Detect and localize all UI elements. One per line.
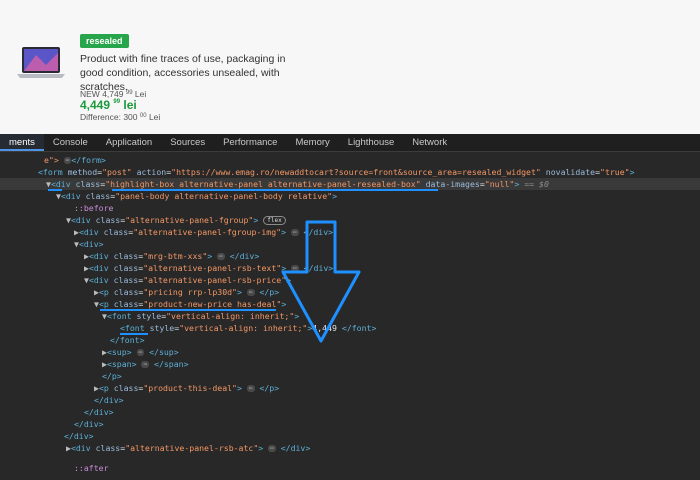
- tree-node[interactable]: e"> ⋯ </form>: [44, 154, 106, 166]
- tag-open: <form: [38, 167, 63, 177]
- tab-sources[interactable]: Sources: [161, 134, 214, 151]
- annotation-underline: [100, 309, 276, 311]
- selected-node-marker: == $0: [524, 179, 549, 189]
- tree-node-form[interactable]: <form method="post" action="https://www.…: [38, 166, 635, 178]
- down-arrow-annotation-icon: [281, 220, 361, 343]
- laptop-icon[interactable]: [16, 45, 66, 79]
- tree-node[interactable]: ▼<div class="alternative-panel-fgroup"> …: [66, 214, 286, 226]
- attr-value: "alternative-panel-rsb-atc": [125, 443, 259, 453]
- collapsed-content-button[interactable]: ⋯: [217, 253, 225, 260]
- tree-node[interactable]: ▶<div class="alternative-panel-rsb-atc">…: [66, 442, 310, 454]
- tree-node[interactable]: </div>: [74, 418, 104, 430]
- tree-node[interactable]: ▶<span> ⋯ </span>: [102, 358, 189, 370]
- new-price-decimals: 99: [113, 99, 121, 105]
- tab-elements[interactable]: ments: [0, 134, 44, 151]
- tab-lighthouse[interactable]: Lighthouse: [339, 134, 403, 151]
- attr-value: "product-this-deal": [143, 383, 237, 393]
- tree-node-pseudo[interactable]: ::before: [74, 202, 113, 214]
- price-difference: Difference: 300 00 Lei: [80, 112, 160, 122]
- resealed-badge: resealed: [80, 34, 129, 48]
- attr-name: method: [67, 167, 98, 177]
- attr-value: "pricing rrp-lp30d": [143, 287, 237, 297]
- tree-node[interactable]: </p>: [102, 370, 122, 382]
- tab-memory[interactable]: Memory: [286, 134, 338, 151]
- tree-node[interactable]: </div>: [94, 394, 124, 406]
- attr-name: action: [136, 167, 167, 177]
- attr-value: "true": [600, 167, 630, 177]
- annotation-underline: [112, 189, 438, 191]
- attr-value: "highlight-box alternative-panel alterna…: [105, 179, 421, 189]
- resealed-product-panel: resealed Product with fine traces of use…: [0, 0, 700, 134]
- devtools-tab-bar: ments Console Application Sources Perfor…: [0, 134, 700, 152]
- difference-currency: Lei: [148, 112, 161, 122]
- product-description: Product with fine traces of use, packagi…: [80, 53, 286, 93]
- difference-amount: 300: [123, 112, 138, 122]
- close-tag: </form>: [71, 155, 106, 165]
- attr-value: "null": [484, 179, 515, 189]
- tree-node[interactable]: ▶<div class="mrg-btm-xxs"> ⋯ </div>: [84, 250, 259, 262]
- tree-node[interactable]: ▶<sup> ⋯ </sup>: [102, 346, 179, 358]
- tree-node[interactable]: </div>: [64, 430, 94, 442]
- tree-node[interactable]: ▶<p class="product-this-deal"> ⋯ </p>: [94, 382, 279, 394]
- tree-node[interactable]: </font>: [110, 334, 145, 346]
- new-price: 4,449 99 lei: [80, 98, 137, 112]
- annotation-underline: [120, 333, 148, 335]
- tree-node[interactable]: ▼<font style="vertical-align: inherit;">: [102, 310, 299, 322]
- annotation-underline: [48, 189, 62, 191]
- attr-name: style: [149, 323, 175, 333]
- difference-prefix: Difference:: [80, 112, 124, 122]
- attr-name: style: [136, 311, 162, 321]
- collapsed-content-button[interactable]: ⋯: [246, 289, 255, 296]
- tree-node[interactable]: ▼<div class="panel-body alternative-pane…: [56, 190, 337, 202]
- pseudo-element: ::before: [74, 203, 114, 213]
- new-price-currency: lei: [123, 98, 137, 112]
- attr-value: "alternative-panel-rsb-text": [143, 263, 282, 273]
- attr-value: "alternative-panel-rsb-price": [143, 275, 287, 285]
- collapsed-content-button[interactable]: ⋯: [136, 349, 145, 356]
- attr-value-fragment: e">: [44, 155, 59, 165]
- attr-value: "panel-body alternative-panel-body relat…: [115, 191, 333, 201]
- attr-value: "mrg-btm-xxs": [143, 251, 208, 261]
- tree-node-pseudo[interactable]: ::after: [74, 462, 109, 474]
- tab-application[interactable]: Application: [97, 134, 161, 151]
- old-price-decimals: 99: [125, 90, 133, 96]
- attr-value: "vertical-align: inherit;": [166, 311, 295, 321]
- pseudo-element: ::after: [74, 463, 109, 473]
- attr-value: "https://www.emag.ro/newaddtocart?source…: [171, 167, 541, 177]
- attr-name: novalidate: [545, 167, 596, 177]
- tab-performance[interactable]: Performance: [214, 134, 286, 151]
- tree-node[interactable]: </div>: [84, 406, 114, 418]
- attr-value: "product-new-price has-deal": [143, 299, 282, 309]
- tree-node[interactable]: ▼<div class="alternative-panel-rsb-price…: [84, 274, 291, 286]
- collapsed-content-button[interactable]: ⋯: [246, 385, 255, 392]
- attr-name: data-images: [425, 179, 480, 189]
- tab-console[interactable]: Console: [44, 134, 97, 151]
- attr-value: "alternative-panel-fgroup-img": [133, 227, 282, 237]
- tree-node[interactable]: ▼<div>: [74, 238, 104, 250]
- tab-network[interactable]: Network: [403, 134, 456, 151]
- attr-value: "post": [102, 167, 132, 177]
- attr-value: "alternative-panel-fgroup": [125, 215, 254, 225]
- tree-node[interactable]: ▶<p class="pricing rrp-lp30d"> ⋯ </p>: [94, 286, 279, 298]
- collapsed-content-button[interactable]: ⋯: [141, 361, 150, 368]
- collapsed-content-button[interactable]: ⋯: [268, 445, 276, 452]
- new-price-amount: 4,449: [80, 98, 111, 112]
- difference-decimals: 00: [139, 113, 147, 119]
